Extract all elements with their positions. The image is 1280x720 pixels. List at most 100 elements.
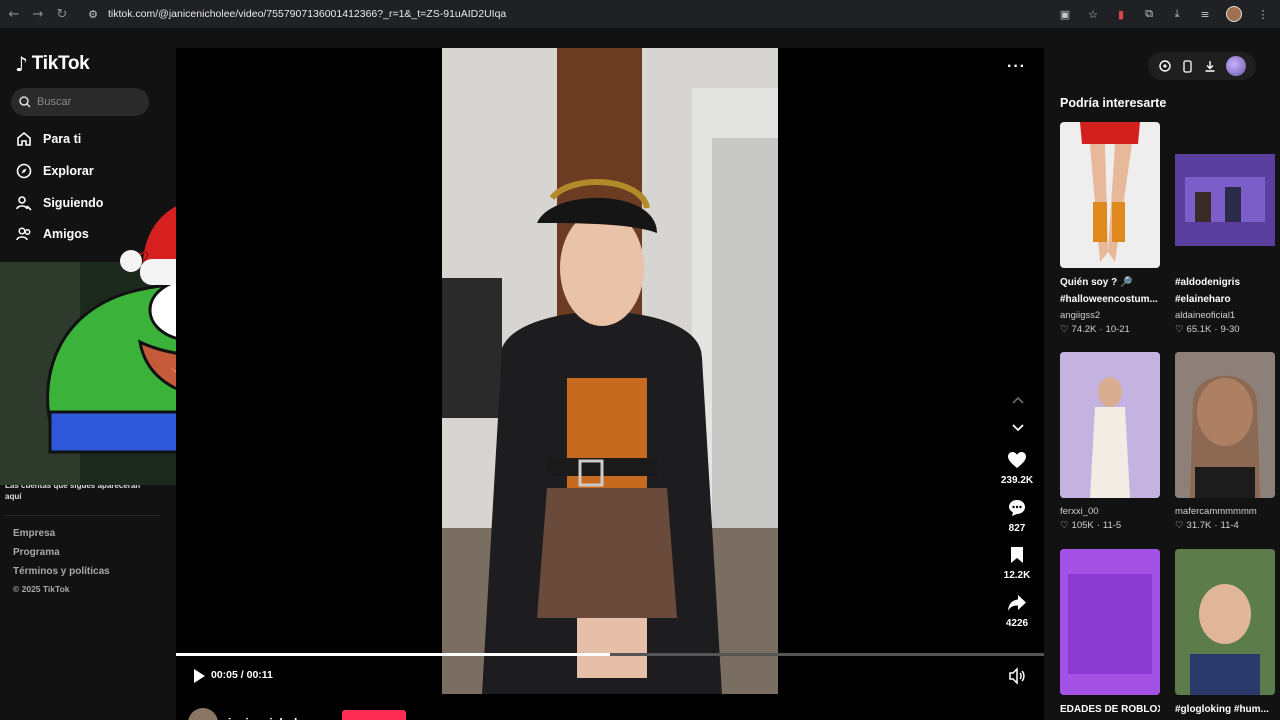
video-time: 00:05 / 00:11 <box>211 669 273 681</box>
video-player[interactable]: ··· 239.2K 827 12.2K 4226 00:05 / 00:11 … <box>176 48 1044 720</box>
search-box[interactable] <box>11 88 149 116</box>
browser-profile-avatar[interactable] <box>1226 6 1242 22</box>
coin-icon[interactable] <box>1158 59 1172 73</box>
rec-username[interactable]: angiigss2 <box>1060 310 1160 321</box>
divider <box>5 515 160 516</box>
rec-card[interactable]: EDADES DE ROBLOX <box>1060 549 1160 718</box>
download-icon[interactable]: ⤓ <box>1170 7 1184 21</box>
follow-button[interactable] <box>342 710 406 720</box>
share-count: 4226 <box>1005 618 1029 629</box>
rec-thumbnail[interactable] <box>1175 352 1275 498</box>
rec-thumbnail[interactable] <box>1060 549 1160 695</box>
rec-card[interactable]: #glogloking #hum... <box>1175 549 1275 718</box>
mobile-app-icon[interactable] <box>1181 59 1195 73</box>
save-count: 12.2K <box>1003 570 1031 581</box>
url-text: tiktok.com/@janicenicholee/video/7557907… <box>108 8 507 20</box>
extensions-puzzle-icon[interactable]: ⧉ <box>1142 7 1156 21</box>
rec-meta: ♡ 74.2K · 10-21 <box>1060 324 1160 335</box>
volume-icon[interactable] <box>1008 667 1026 685</box>
sidebar-item-amigos[interactable]: Amigos <box>15 222 89 246</box>
heart-icon: ♡ <box>1060 324 1069 335</box>
save-button[interactable]: 12.2K <box>995 546 1039 581</box>
rec-card[interactable]: mafercammmmmm ♡ 31.7K · 11-4 <box>1175 352 1275 531</box>
recommendations-title: Podría interesarte <box>1060 96 1167 110</box>
rec-meta: ♡ 105K · 11-5 <box>1060 520 1160 531</box>
tiktok-logo[interactable]: ♪ TikTok <box>15 52 90 76</box>
play-icon[interactable] <box>191 668 207 684</box>
heart-icon: ♡ <box>1060 520 1069 531</box>
rec-date: 9-30 <box>1220 324 1240 335</box>
share-button[interactable]: 4226 <box>995 594 1039 629</box>
rec-date: 11-5 <box>1102 520 1122 531</box>
rec-thumbnail[interactable] <box>1060 122 1160 268</box>
video-progress-fill <box>176 653 610 656</box>
rec-likes: 105K <box>1071 520 1094 531</box>
comment-count: 827 <box>1008 523 1026 534</box>
compass-icon <box>15 162 33 180</box>
heart-icon <box>1008 452 1026 468</box>
rec-meta: ♡ 65.1K · 9-30 <box>1175 324 1275 335</box>
next-video-icon[interactable] <box>1008 418 1028 438</box>
download-icon[interactable] <box>1203 59 1217 73</box>
rec-thumbnail[interactable] <box>1060 352 1160 498</box>
bookmark-icon <box>1011 547 1023 563</box>
sidebar-item-siguiendo[interactable]: Siguiendo <box>15 191 103 215</box>
rec-description: #glogloking #hum... <box>1175 704 1269 715</box>
avatar[interactable] <box>188 708 218 720</box>
install-app-icon[interactable]: ▣ <box>1058 7 1072 21</box>
sidebar-item-label: Siguiendo <box>43 196 104 210</box>
rec-likes: 74.2K <box>1071 324 1097 335</box>
separator: · <box>1214 520 1218 531</box>
video-content-image <box>442 48 778 694</box>
sidebar-item-explorar[interactable]: Explorar <box>15 159 94 183</box>
search-icon <box>19 96 31 108</box>
rec-username[interactable]: ferxxi_00 <box>1060 506 1160 517</box>
rec-description: EDADES DE ROBLOX <box>1060 704 1160 715</box>
rec-card[interactable]: Quién soy ? 🔎 #halloweencostum... angiig… <box>1060 122 1160 335</box>
share-arrow-icon <box>1008 595 1026 611</box>
heart-icon: ♡ <box>1175 520 1184 531</box>
rec-date: 11-4 <box>1220 520 1239 531</box>
copyright: © 2025 TikTok <box>13 584 70 594</box>
search-input[interactable] <box>37 96 137 108</box>
author-name[interactable]: janicenicholee <box>228 716 311 720</box>
sidebar-item-para-ti[interactable]: Para ti <box>15 127 81 151</box>
footer-link-programa[interactable]: Programa <box>13 547 60 558</box>
rec-username[interactable]: mafercammmmmm <box>1175 506 1275 517</box>
rec-username[interactable]: aldaineoficial1 <box>1175 310 1275 321</box>
top-tools <box>1148 52 1256 80</box>
rec-meta: ♡ 31.7K · 11-4 <box>1175 520 1275 531</box>
forward-icon[interactable]: → <box>26 0 50 28</box>
friends-icon <box>15 225 33 243</box>
rec-thumbnail[interactable] <box>1175 549 1275 695</box>
profile-avatar[interactable] <box>1225 56 1246 76</box>
bookmark-star-icon[interactable]: ☆ <box>1086 7 1100 21</box>
back-icon[interactable]: ← <box>2 0 26 28</box>
like-button[interactable]: 239.2K <box>995 451 1039 486</box>
site-settings-icon[interactable]: ⚙ <box>86 7 100 21</box>
more-options-icon[interactable]: ··· <box>1007 58 1026 76</box>
video-progress-bar[interactable] <box>176 653 1044 656</box>
tiktok-note-icon: ♪ <box>15 52 28 76</box>
rec-date: 10-21 <box>1105 324 1130 335</box>
rec-likes: 65.1K <box>1186 324 1212 335</box>
rec-description: #elaineharo <box>1175 294 1231 305</box>
author-row[interactable]: janicenicholee <box>188 708 311 720</box>
comment-button[interactable]: 827 <box>995 499 1039 534</box>
user-follow-icon <box>15 194 33 212</box>
footer-link-terminos[interactable]: Términos y políticas <box>13 566 110 577</box>
menu-dots-icon[interactable]: ⋮ <box>1256 7 1270 21</box>
rec-card[interactable]: #aldodenigris #elaineharo aldaineoficial… <box>1175 122 1275 335</box>
rec-thumbnail[interactable] <box>1175 122 1275 268</box>
rec-card[interactable]: ferxxi_00 ♡ 105K · 11-5 <box>1060 352 1160 531</box>
rec-description: Quién soy ? 🔎 <box>1060 277 1133 288</box>
address-bar[interactable]: ⚙ tiktok.com/@janicenicholee/video/75579… <box>78 3 1118 25</box>
sidebar-item-label: Para ti <box>43 132 82 146</box>
separator: · <box>1214 324 1218 335</box>
reload-icon[interactable]: ↻ <box>50 0 74 28</box>
previous-video-icon[interactable] <box>1008 390 1028 410</box>
footer-link-empresa[interactable]: Empresa <box>13 528 55 539</box>
video-frame[interactable] <box>442 48 778 694</box>
media-icon[interactable]: ≡ <box>1198 7 1212 21</box>
extension-icon[interactable]: ▮ <box>1114 7 1128 21</box>
